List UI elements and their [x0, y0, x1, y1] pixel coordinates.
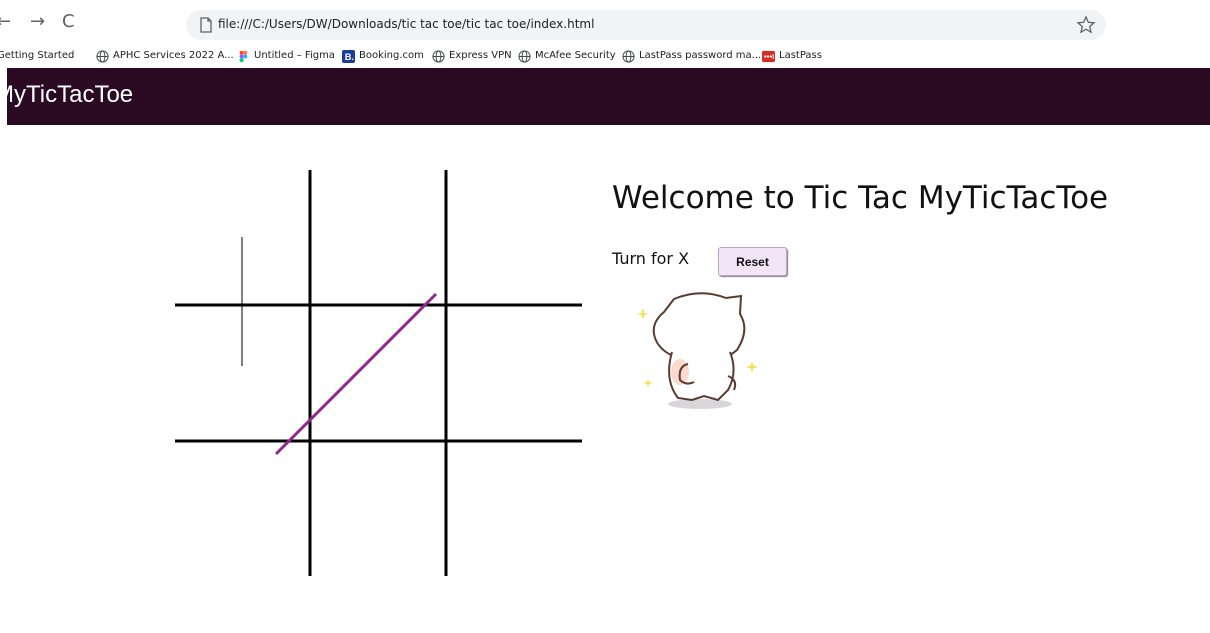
globe-icon [432, 49, 445, 63]
bookmark-star-icon[interactable] [1076, 15, 1096, 35]
globe-icon [96, 49, 109, 63]
bookmark-label: Booking.com [359, 50, 424, 61]
bookmark-label: LastPass [779, 50, 822, 61]
bookmark-label: McAfee Security [535, 50, 616, 61]
lastpass-icon [762, 50, 775, 62]
bookmark-mcafee[interactable]: McAfee Security [518, 48, 616, 64]
welcome-heading: Welcome to Tic Tac MyTicTacToe [612, 180, 1109, 216]
bookmark-express-vpn[interactable]: Express VPN [432, 48, 512, 64]
board-cell[interactable] [310, 305, 446, 441]
board-cell[interactable] [446, 170, 582, 305]
board-cell[interactable] [310, 441, 446, 576]
bookmark-label: Untitled – Figma [254, 50, 335, 61]
bookmark-label: Express VPN [449, 50, 512, 61]
turn-indicator: Turn for X [612, 249, 690, 268]
bookmark-lastpass-manager[interactable]: LastPass password ma... [622, 48, 761, 64]
globe-icon [622, 49, 635, 63]
page-icon [200, 17, 212, 33]
board-cell[interactable] [175, 170, 310, 305]
cat-illustration [637, 292, 758, 409]
board-cell[interactable] [175, 305, 310, 441]
reset-button[interactable]: Reset [718, 247, 787, 276]
globe-icon [518, 49, 531, 63]
app-title[interactable]: MyTicTacToe [0, 81, 133, 109]
bookmarks-bar: Getting Started APHC Services 2022 A... … [0, 44, 1210, 68]
reload-button[interactable]: C [62, 10, 75, 34]
board-cell[interactable] [446, 441, 582, 576]
browser-toolbar: ← → C file:///C:/Users/DW/Downloads/tic … [0, 0, 1210, 44]
bookmark-label: LastPass password ma... [639, 50, 762, 61]
bookmark-lastpass[interactable]: LastPass [762, 48, 822, 64]
board-cell[interactable] [446, 305, 582, 441]
bookmark-booking[interactable]: B. Booking.com [342, 48, 424, 64]
url-text: file:///C:/Users/DW/Downloads/tic tac to… [218, 17, 595, 31]
booking-icon: B. [342, 49, 355, 63]
back-button[interactable]: ← [0, 10, 11, 34]
board-cell[interactable] [175, 441, 310, 576]
bookmark-aphc[interactable]: APHC Services 2022 A... [96, 48, 234, 64]
address-bar[interactable]: file:///C:/Users/DW/Downloads/tic tac to… [186, 10, 1106, 40]
board-cell[interactable] [310, 170, 446, 305]
bookmark-label: Getting Started [0, 50, 75, 61]
app-navbar: MyTicTacToe [0, 68, 1210, 125]
bookmark-getting-started[interactable]: Getting Started [0, 48, 74, 64]
figma-icon [239, 50, 248, 62]
svg-text:B.: B. [345, 52, 354, 62]
bookmark-figma[interactable]: Untitled – Figma [237, 48, 335, 64]
forward-button[interactable]: → [30, 10, 45, 34]
bookmark-label: APHC Services 2022 A... [113, 50, 234, 61]
